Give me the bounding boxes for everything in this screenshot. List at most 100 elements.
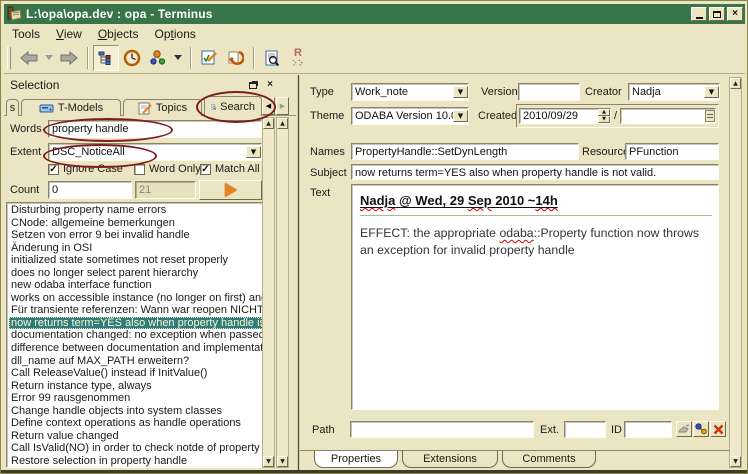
list-item[interactable]: dll_name auf MAX_PATH erweitern?: [9, 355, 262, 368]
list-item[interactable]: new odaba interface function: [9, 279, 262, 292]
created-date-input[interactable]: 2010/09/29 ▲▼: [519, 108, 611, 124]
list-item[interactable]: Disturbing property name errors: [9, 204, 262, 217]
menu-item-tools[interactable]: Tools: [4, 26, 48, 42]
list-item[interactable]: Restore selection in property handle: [9, 455, 262, 468]
chevron-down-icon[interactable]: ▼: [704, 86, 719, 98]
scroll-up-icon[interactable]: ▲: [263, 118, 274, 129]
list-item[interactable]: Setzen von error 9 bei invalid handle: [9, 229, 262, 242]
match-all-checkbox[interactable]: ✓ Match All: [200, 163, 260, 175]
date-spinner[interactable]: ▲▼: [598, 109, 610, 123]
list-item[interactable]: Return value changed: [9, 430, 262, 443]
extent-dropdown[interactable]: DSC_NoticeAll ▼: [48, 143, 262, 161]
list-item[interactable]: Return instance type, always: [9, 380, 262, 393]
edit-note-button[interactable]: [196, 45, 222, 71]
tree-view-button[interactable]: [93, 45, 119, 71]
back-button[interactable]: [16, 45, 42, 71]
report-preview-button[interactable]: [259, 45, 285, 71]
chevron-down-icon[interactable]: ▼: [246, 146, 261, 158]
note-text-area[interactable]: Nadja @ Wed, 29 Sep 2010 ~14h EFFECT: th…: [351, 184, 719, 410]
misspelled-word: Sep: [468, 193, 492, 208]
list-item[interactable]: initialized state sometimes not reset pr…: [9, 254, 262, 267]
checkbox-icon[interactable]: [134, 164, 145, 175]
tab-partial[interactable]: s: [6, 99, 19, 116]
left-scrollbar-2[interactable]: ▲ ▼: [276, 117, 289, 468]
tab-search[interactable]: Search: [204, 96, 262, 116]
tab-scroll-left-button[interactable]: ◀: [262, 97, 275, 115]
word-only-checkbox[interactable]: Word Only: [134, 163, 201, 175]
count-input[interactable]: 0: [48, 181, 132, 199]
tab-extensions[interactable]: Extensions: [402, 451, 498, 468]
list-item[interactable]: documentation changed: no exception when…: [9, 329, 262, 342]
path-input[interactable]: [350, 421, 534, 438]
minimize-button[interactable]: [691, 7, 707, 21]
tab-topics[interactable]: Topics: [123, 99, 202, 116]
words-input[interactable]: property handle: [48, 120, 262, 138]
left-scrollbar-1[interactable]: ▲ ▼: [262, 117, 275, 468]
spin-up-icon[interactable]: ▲: [598, 109, 610, 116]
scroll-down-icon[interactable]: ▼: [730, 456, 741, 467]
float-panel-button[interactable]: [247, 79, 259, 91]
app-window: L:\opa\opa.dev : opa - Terminus × Tools …: [0, 0, 748, 474]
ignore-case-checkbox[interactable]: ✓ Ignore Case: [48, 163, 123, 175]
checkbox-icon[interactable]: ✓: [48, 164, 59, 175]
type-dropdown[interactable]: Work_note ▼: [351, 83, 469, 101]
ext-input[interactable]: [564, 421, 606, 438]
list-item[interactable]: Call IsValid(NO) in order to check notde…: [9, 442, 262, 455]
clock-button[interactable]: [119, 45, 145, 71]
scroll-down-icon[interactable]: ▼: [277, 456, 288, 467]
created-time-input[interactable]: [620, 108, 716, 124]
tab-comments[interactable]: Comments: [502, 451, 596, 468]
maximize-button[interactable]: [709, 7, 725, 21]
tab-scroll-right-button[interactable]: ▶: [276, 97, 289, 115]
delete-button[interactable]: [710, 421, 726, 437]
note-separator: [360, 215, 712, 216]
close-button[interactable]: ×: [727, 7, 743, 21]
chevron-down-icon[interactable]: ▼: [453, 86, 468, 98]
caret-down-icon: [45, 55, 53, 60]
menu-item-options[interactable]: Options: [147, 26, 204, 42]
list-item[interactable]: CNode: allgemeine bemerkungen: [9, 217, 262, 230]
refresh-references-button[interactable]: R: [285, 45, 311, 71]
subject-input[interactable]: now returns term=YES also when property …: [351, 164, 719, 180]
stamp-button[interactable]: [676, 421, 692, 437]
menu-item-view[interactable]: View: [48, 26, 90, 42]
chevron-down-icon[interactable]: ▼: [453, 110, 468, 122]
list-item[interactable]: Define context operations as handle oper…: [9, 417, 262, 430]
list-item[interactable]: Error 99 rausgenommen: [9, 392, 262, 405]
scroll-up-icon[interactable]: ▲: [277, 118, 288, 129]
tab-properties[interactable]: Properties: [314, 451, 398, 468]
panel-splitter[interactable]: [298, 75, 299, 472]
links-button[interactable]: [145, 45, 171, 71]
names-input[interactable]: PropertyHandle::SetDynLength: [351, 143, 579, 160]
id-input[interactable]: [624, 421, 672, 438]
list-item[interactable]: now returns term=YES also when property …: [9, 317, 262, 330]
list-item[interactable]: Call ReleaseValue() instead if InitValue…: [9, 367, 262, 380]
list-item[interactable]: does no longer select parent hierarchy: [9, 267, 262, 280]
back-history-dropdown[interactable]: [42, 45, 56, 71]
spin-down-icon[interactable]: ▼: [598, 116, 610, 123]
list-item[interactable]: Change handle objects into system classe…: [9, 405, 262, 418]
list-item[interactable]: Für transiente referenzen: Wann war reop…: [9, 304, 262, 317]
scroll-down-icon[interactable]: ▼: [263, 456, 274, 467]
checkbox-icon[interactable]: ✓: [200, 164, 211, 175]
key-button[interactable]: [693, 421, 709, 437]
scroll-up-icon[interactable]: ▲: [730, 78, 741, 89]
resource-input[interactable]: PFunction: [625, 143, 719, 160]
theme-dropdown[interactable]: ODABA Version 10.0 ▼: [351, 107, 469, 125]
forward-button[interactable]: [56, 45, 82, 71]
panel-close-button[interactable]: ×: [264, 78, 276, 90]
list-item[interactable]: works on accessible instance (no longer …: [9, 292, 262, 305]
creator-dropdown[interactable]: Nadja ▼: [628, 83, 720, 101]
time-spinner[interactable]: [705, 110, 715, 122]
menu-item-objects[interactable]: Objects: [90, 26, 147, 42]
version-input[interactable]: [518, 83, 580, 101]
tab-t-models[interactable]: T-Models: [21, 99, 121, 116]
list-item[interactable]: difference between documentation and imp…: [9, 342, 262, 355]
right-scrollbar[interactable]: ▲ ▼: [729, 77, 742, 468]
links-dropdown[interactable]: [171, 45, 185, 71]
undo-button[interactable]: [222, 45, 248, 71]
result-list[interactable]: Disturbing property name errorsCNode: al…: [6, 202, 263, 468]
toolbar-grip[interactable]: [7, 47, 11, 69]
run-search-button[interactable]: [199, 180, 262, 200]
list-item[interactable]: Änderung in OSI: [9, 242, 262, 255]
